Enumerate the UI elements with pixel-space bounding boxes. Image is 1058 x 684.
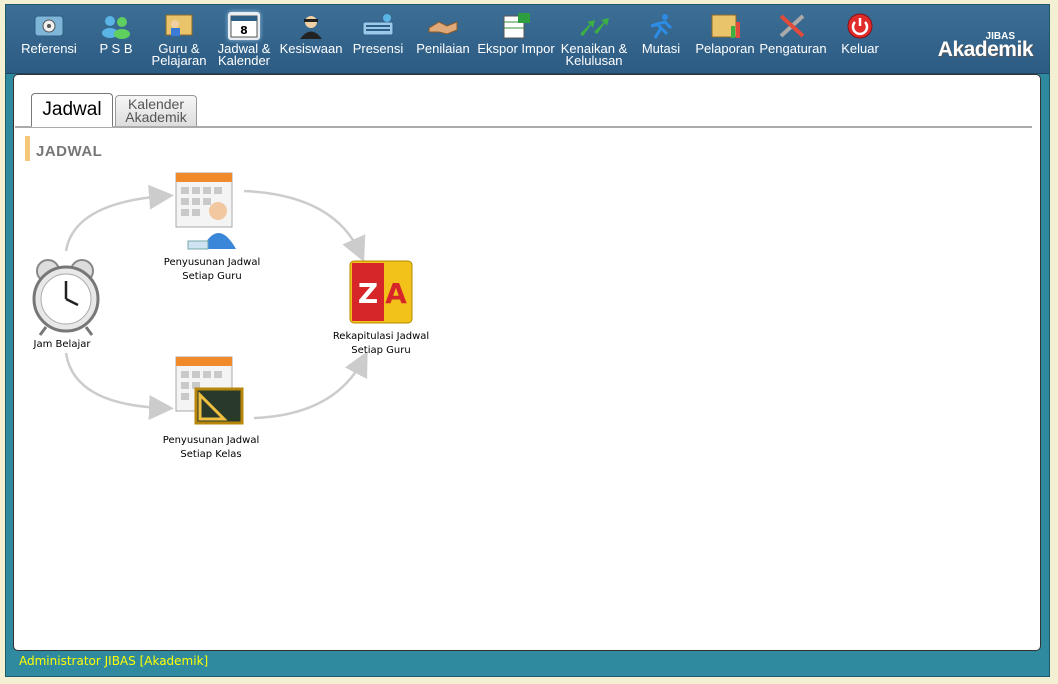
menu-kesiswaan-label: Kesiswaan — [279, 41, 343, 56]
label-jadwal-guru[interactable]: Penyusunan Jadwal Setiap Guru — [147, 256, 277, 284]
runner-icon — [645, 12, 677, 40]
menu-kenaikan-kelulusan-label: Kenaikan & Kelulusan — [560, 41, 628, 68]
menu-ekspor-impor[interactable]: Ekspor Impor — [476, 12, 556, 55]
power-icon — [844, 12, 876, 40]
menu-penilaian[interactable]: Penilaian — [416, 12, 470, 55]
calendar-icon: 8 — [228, 12, 260, 40]
menu-mutasi-label: Mutasi — [641, 41, 681, 56]
menu-presensi[interactable]: Presensi — [351, 12, 405, 55]
tools-icon — [777, 12, 809, 40]
main-panel: Jadwal Kalender Akademik JADWAL Z A Jam … — [13, 74, 1041, 651]
menu-kenaikan-kelulusan[interactable]: Kenaikan & Kelulusan — [559, 12, 629, 67]
menu-keluar[interactable]: Keluar — [838, 12, 882, 55]
menu-psb-label: P S B — [99, 41, 133, 56]
label-jadwal-kelas[interactable]: Penyusunan Jadwal Setiap Kelas — [146, 434, 276, 462]
brand-logo: Akademik — [937, 38, 1034, 61]
menu-kesiswaan[interactable]: Kesiswaan — [279, 12, 343, 55]
flow-diagram: Z A — [32, 172, 413, 425]
handshake-icon — [427, 12, 459, 40]
menu-penilaian-label: Penilaian — [416, 41, 470, 56]
svg-text:8: 8 — [240, 24, 248, 37]
arrow-kelas-to-rekap — [253, 351, 368, 420]
report-chart-icon — [709, 12, 741, 40]
menu-pelaporan-label: Pelaporan — [695, 41, 755, 56]
menu-ekspor-impor-label: Ekspor Impor — [477, 41, 555, 56]
gear-screen-icon — [33, 12, 65, 40]
arrow-jam-to-kelas — [64, 352, 174, 420]
keyboard-icon — [362, 12, 394, 40]
alarm-clock-icon[interactable] — [32, 259, 100, 336]
green-arrows-icon — [578, 12, 610, 40]
arrow-jam-to-guru — [64, 184, 174, 252]
status-bar-text: Administrator JIBAS [Akademik] — [19, 654, 209, 668]
spreadsheet-icon — [500, 12, 532, 40]
menu-jadwal-kalender-label: Jadwal & Kalender — [217, 41, 271, 68]
menu-pengaturan-label: Pengaturan — [759, 41, 827, 56]
menu-mutasi[interactable]: Mutasi — [639, 12, 683, 55]
top-menu-bar: Referensi P S B Guru & Pelajaran 8 Jadwa… — [6, 5, 1049, 74]
menu-guru-pelajaran[interactable]: Guru & Pelajaran — [149, 12, 209, 67]
menu-keluar-label: Keluar — [841, 41, 879, 56]
menu-referensi-label: Referensi — [21, 41, 77, 56]
menu-guru-pelajaran-label: Guru & Pelajaran — [151, 41, 207, 68]
label-jam-belajar[interactable]: Jam Belajar — [0, 338, 127, 352]
menu-referensi[interactable]: Referensi — [20, 12, 78, 55]
calendar-blackboard-icon[interactable] — [175, 356, 244, 425]
arrow-guru-to-rekap — [243, 189, 366, 263]
menu-pengaturan[interactable]: Pengaturan — [758, 12, 828, 55]
menu-jadwal-kalender[interactable]: 8 Jadwal & Kalender — [213, 12, 275, 67]
student-icon — [295, 12, 327, 40]
menu-pelaporan[interactable]: Pelaporan — [695, 12, 755, 55]
menu-psb[interactable]: P S B — [94, 12, 138, 55]
svg-text:A: A — [385, 277, 407, 310]
teacher-board-icon — [163, 12, 195, 40]
people-icon — [100, 12, 132, 40]
za-recap-icon[interactable]: Z A — [349, 260, 413, 324]
svg-text:Z: Z — [358, 277, 378, 310]
menu-presensi-label: Presensi — [352, 41, 404, 56]
calendar-teacher-icon[interactable] — [175, 172, 236, 250]
label-rekapitulasi[interactable]: Rekapitulasi Jadwal Setiap Guru — [316, 330, 446, 358]
tab-jadwal[interactable]: Jadwal — [31, 93, 113, 127]
